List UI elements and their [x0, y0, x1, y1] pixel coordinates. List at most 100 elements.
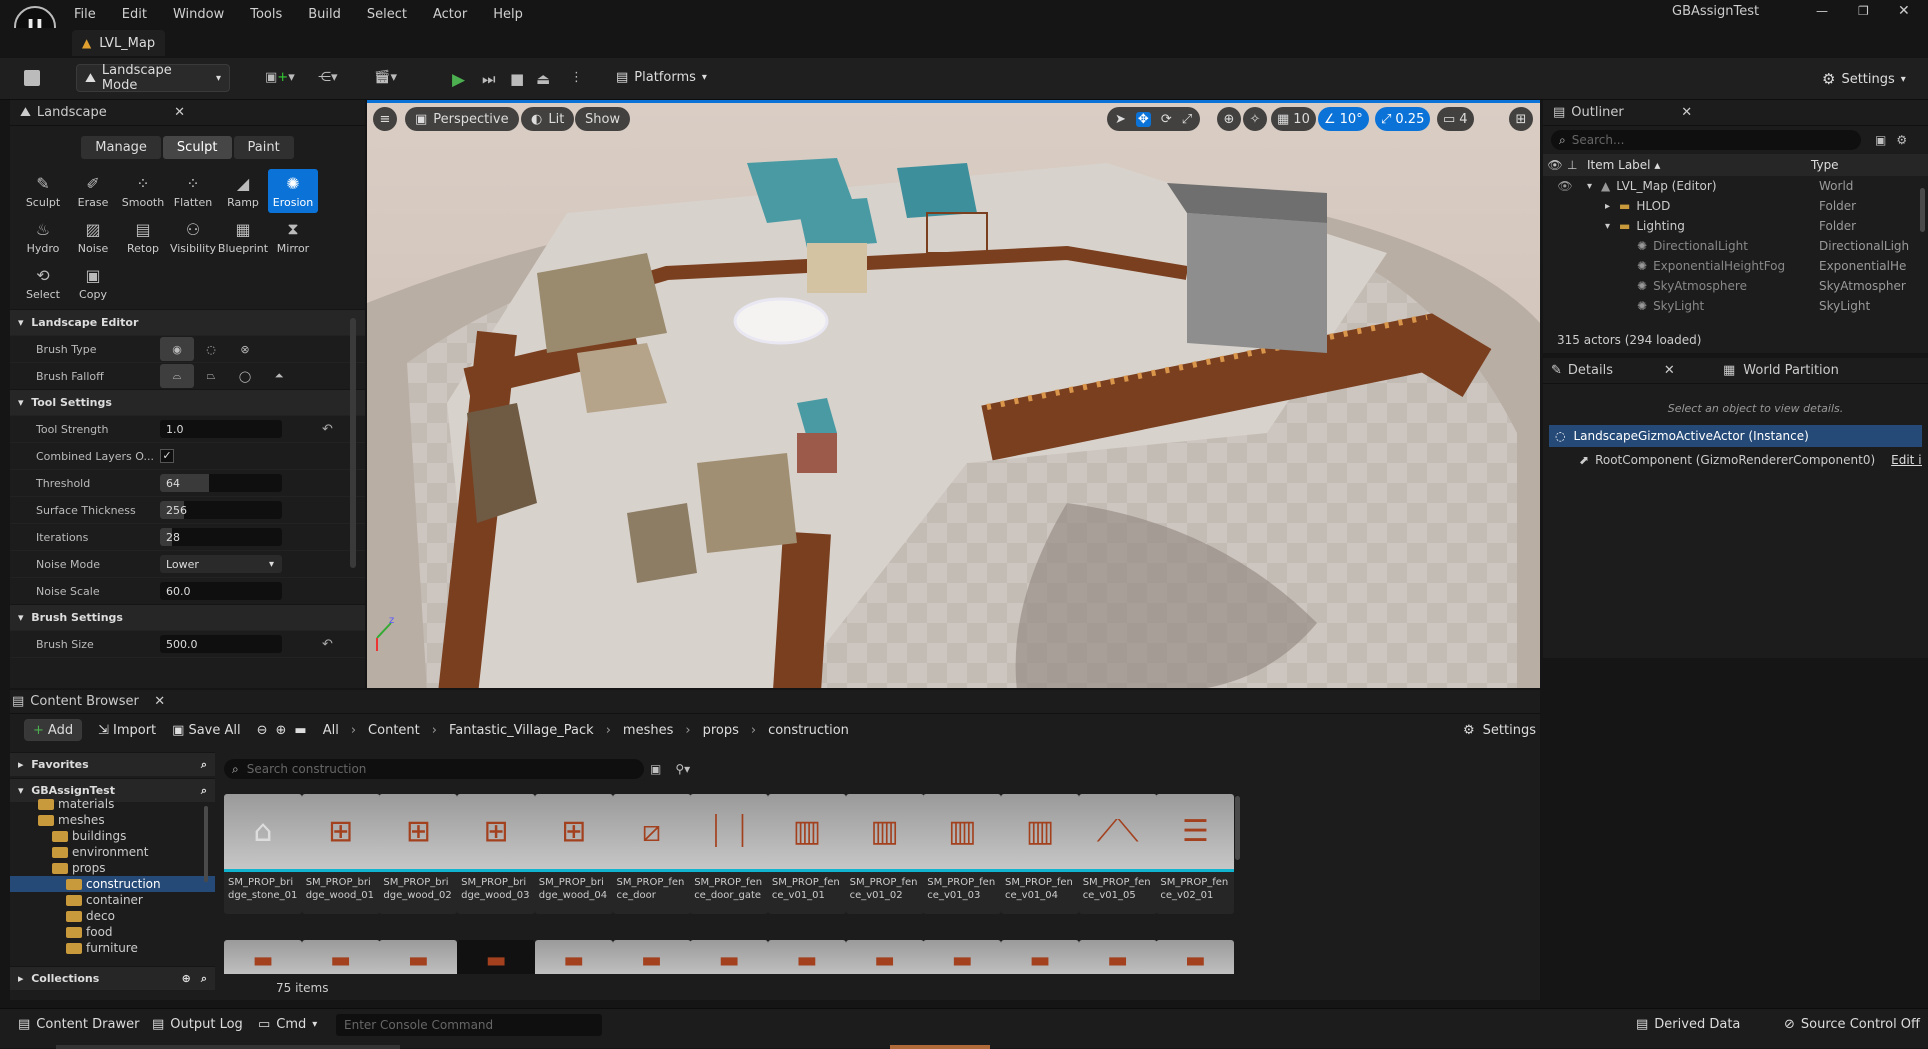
tool-smooth[interactable]: ⁘ Smooth — [118, 169, 168, 213]
folder-furniture[interactable]: furniture — [10, 940, 215, 956]
play-button[interactable]: ▶ — [452, 70, 465, 90]
tool-blueprint[interactable]: ▦ Blueprint — [218, 215, 268, 259]
folder-environment[interactable]: environment — [10, 844, 215, 860]
gear-icon[interactable]: ⚙ — [1896, 133, 1907, 147]
tool-select[interactable]: ⟲ Select — [18, 261, 68, 305]
outliner-row[interactable]: ▸ ▬ HLOD Folder — [1543, 196, 1928, 216]
asset-tile[interactable]: ⊞ SM_PROP_bridge_wood_04 — [534, 794, 613, 914]
grid-snap-button[interactable]: ▦ 10 — [1271, 107, 1316, 131]
asset-tile[interactable]: ▬ — [301, 940, 380, 974]
blueprint-menu-icon[interactable]: ⋲▾ — [318, 70, 338, 85]
asset-tile[interactable]: ☰ SM_PROP_fence_v02_01 — [1156, 794, 1234, 914]
tool-flatten[interactable]: ⁘ Flatten — [168, 169, 218, 213]
tool-settings-section[interactable]: ▾ Tool Settings — [10, 389, 365, 415]
folder-food[interactable]: food — [10, 924, 215, 940]
search-icon[interactable]: ⌕ — [201, 784, 207, 798]
cinematics-icon[interactable]: 🎬︎▾ — [374, 70, 397, 85]
prop-value-field[interactable]: 500.0 — [160, 635, 282, 653]
perspective-button[interactable]: ▣ Perspective — [405, 107, 519, 131]
asset-tile[interactable]: ▬ — [767, 940, 846, 974]
close-panel-icon[interactable]: ✕ — [1664, 363, 1675, 378]
map-tab[interactable]: ▲ LVL_Map — [72, 30, 166, 56]
breadcrumb-item[interactable]: All — [323, 723, 339, 738]
asset-tile[interactable]: ▬ — [690, 940, 769, 974]
level-viewport[interactable]: z ≡ ▣ Perspective ◐ Lit Show ➤ ✥ ⟳ ⤢ ⊕ ✧ ▦… — [367, 100, 1540, 688]
cmd-dropdown[interactable]: ▭ Cmd ▾ — [258, 1017, 317, 1032]
noise-mode-dropdown[interactable]: Lower ▾ — [160, 555, 282, 573]
breadcrumb-item[interactable]: construction — [768, 723, 849, 738]
expand-arrow-icon[interactable]: ▾ — [1605, 221, 1619, 232]
circle-brush-button[interactable]: ◉ — [160, 337, 194, 361]
tool-mirror[interactable]: ⧗ Mirror — [268, 215, 318, 259]
play-options-icon[interactable]: ⋮ — [570, 70, 583, 85]
outliner-row[interactable]: ▾ ▬ Lighting Folder — [1543, 216, 1928, 236]
breadcrumb-item[interactable]: meshes — [623, 723, 673, 738]
close-window-icon[interactable]: ✕ — [1898, 3, 1910, 19]
source-control-button[interactable]: ⊘ Source Control Off — [1784, 1017, 1920, 1032]
asset-tile[interactable]: ⟋⟍ SM_PROP_fence_v01_05 — [1078, 794, 1157, 914]
asset-tile[interactable]: ▥ SM_PROP_fence_v01_01 — [767, 794, 846, 914]
tool-erase[interactable]: ✐ Erase — [68, 169, 118, 213]
outliner-row[interactable]: ✺ ExponentialHeightFog ExponentialHe — [1543, 256, 1928, 276]
asset-tile[interactable]: ▬ — [379, 940, 458, 974]
tool-erosion[interactable]: ✺ Erosion — [268, 169, 318, 213]
visibility-column-icon[interactable]: 👁︎ — [1543, 158, 1567, 172]
eject-button[interactable]: ⏏︎ — [536, 70, 550, 88]
asset-search-field[interactable]: ⌕ Search construction — [224, 759, 644, 779]
menu-file[interactable]: File — [74, 7, 96, 22]
back-icon[interactable]: ⊖ — [257, 723, 268, 738]
folder-materials[interactable]: materials — [10, 796, 215, 812]
landscape-editor-section[interactable]: ▾ Landscape Editor — [10, 309, 365, 335]
filter-icon[interactable]: ⚲▾ — [675, 762, 690, 776]
checkbox[interactable]: ✓ — [160, 449, 174, 463]
asset-tile[interactable]: ⏐ ⏐ SM_PROP_fence_door_gate — [690, 794, 769, 914]
output-log-button[interactable]: ▤ Output Log — [152, 1017, 243, 1032]
folder-container[interactable]: container — [10, 892, 215, 908]
breadcrumb-item[interactable]: props — [703, 723, 739, 738]
prop-value-field[interactable]: 60.0 — [160, 582, 282, 600]
import-button[interactable]: ⇲ Import — [98, 723, 156, 738]
asset-tile[interactable]: ▬ — [1001, 940, 1079, 974]
rotate-icon[interactable]: ⟳ — [1161, 112, 1172, 127]
alpha-brush-button[interactable]: ◌ — [194, 337, 228, 361]
selected-actor-row[interactable]: ◌ LandscapeGizmoActiveActor (Instance) — [1549, 425, 1922, 447]
tool-hydro[interactable]: ♨ Hydro — [18, 215, 68, 259]
select-mode-icon[interactable]: ➤ — [1115, 112, 1126, 127]
folder-props[interactable]: props — [10, 860, 215, 876]
breadcrumb-item[interactable]: Fantastic_Village_Pack — [449, 723, 594, 738]
tool-ramp[interactable]: ◢ Ramp — [218, 169, 268, 213]
viewport-menu-button[interactable]: ≡ — [373, 107, 397, 131]
save-icon[interactable] — [24, 70, 40, 86]
tab-sculpt[interactable]: Sculpt — [162, 136, 232, 159]
menu-select[interactable]: Select — [367, 7, 407, 22]
scale-icon[interactable]: ⤢ — [1182, 112, 1192, 127]
surface-snap-icon[interactable]: ✧ — [1243, 107, 1267, 131]
stop-button[interactable]: ■ — [510, 70, 524, 88]
smooth-falloff-button[interactable]: ⌓ — [160, 364, 194, 388]
menu-build[interactable]: Build — [308, 7, 341, 22]
spherical-falloff-button[interactable]: ◯ — [228, 364, 262, 388]
pattern-brush-button[interactable]: ⊗ — [228, 337, 262, 361]
menu-help[interactable]: Help — [493, 7, 523, 22]
close-panel-icon[interactable]: ✕ — [1681, 105, 1692, 120]
outliner-row[interactable]: ✺ DirectionalLight DirectionalLigh — [1543, 236, 1928, 256]
add-actor-icon[interactable]: ▣+▾ — [265, 70, 295, 85]
asset-tile[interactable]: ⊞ SM_PROP_bridge_wood_01 — [301, 794, 380, 914]
item-label-column[interactable]: Item Label ▴ — [1587, 158, 1811, 172]
tool-retop[interactable]: ▤ Retop — [118, 215, 168, 259]
visibility-icon[interactable]: 👁︎ — [1543, 179, 1587, 193]
asset-tile[interactable]: ▬ — [534, 940, 613, 974]
reset-icon[interactable]: ↶ — [322, 637, 333, 652]
collections-section[interactable]: ▸ Collections ⊕ ⌕ — [10, 966, 215, 990]
tool-noise[interactable]: ▨ Noise — [68, 215, 118, 259]
edit-in-cpp-link[interactable]: Edit in C — [1891, 453, 1922, 467]
folder-deco[interactable]: deco — [10, 908, 215, 924]
angle-snap-button[interactable]: ∠ 10° — [1318, 107, 1369, 131]
translate-icon[interactable]: ✥ — [1135, 111, 1151, 127]
linear-falloff-button[interactable]: ⏢ — [194, 364, 228, 388]
layout-icon[interactable]: ⊞ — [1509, 107, 1533, 131]
console-input[interactable]: Enter Console Command — [336, 1014, 602, 1036]
tip-falloff-button[interactable]: ⏶ — [262, 364, 296, 388]
asset-tile[interactable]: ▬ — [923, 940, 1002, 974]
content-drawer-button[interactable]: ▤ Content Drawer — [18, 1017, 139, 1032]
